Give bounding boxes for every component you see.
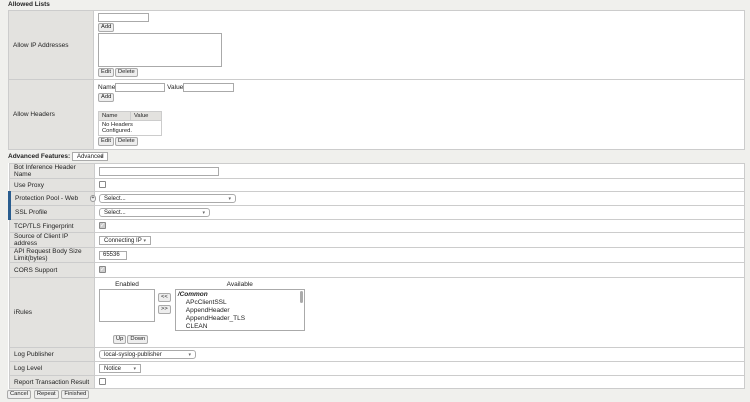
bot-header-input[interactable] [99,166,219,176]
advanced-table: Bot Inference Header Name Use Proxy Prot… [8,163,745,389]
report-label: Report Transaction Result [9,375,95,389]
ip-list[interactable] [98,33,222,67]
tcp-label: TCP/TLS Fingerprint [9,219,95,233]
available-item[interactable]: AppendHeader [178,307,302,315]
available-item[interactable]: APcClientSSL [178,299,302,307]
ssl-select[interactable]: Select... [99,208,210,217]
cancel-button[interactable]: Cancel [7,390,32,399]
allowed-lists-title: Allowed Lists [8,1,50,8]
api-size-input[interactable]: 65536 [99,250,127,260]
header-delete-button[interactable]: Delete [115,137,138,146]
enabled-label: Enabled [115,281,139,288]
proxy-label: Use Proxy [9,178,95,192]
allow-ip-label: Allow IP Addresses [8,10,94,80]
repeat-button[interactable]: Repeat [33,390,59,399]
log-level-label: Log Level [9,361,95,376]
header-add-button[interactable]: Add [98,93,115,102]
col-name: Name [98,111,131,121]
source-select[interactable]: Connecting IP [99,235,151,245]
ssl-label: SSL Profile [8,205,95,220]
report-checkbox[interactable] [99,378,106,386]
bot-label: Bot Inference Header Name [9,163,95,179]
header-edit-button[interactable]: Edit [98,137,114,146]
header-value-label: Value [167,84,184,92]
finished-button[interactable]: Finished [61,390,90,399]
ip-input[interactable] [98,13,149,22]
irules-label: iRules [9,277,95,348]
source-label: Source of Client IP address [9,232,95,248]
headers-table: Name Value No Headers Configured. [98,111,162,136]
available-label: Available [226,281,253,288]
log-level-select[interactable]: Notice [99,364,141,373]
advanced-mode-select[interactable]: Advanced [71,152,108,161]
scrollbar[interactable] [299,291,303,303]
available-list[interactable]: /Common APcClientSSL AppendHeader Append… [174,289,305,331]
header-value-input[interactable] [183,83,235,92]
pool-label: Protection Pool - Web [15,195,79,202]
tcp-checkbox[interactable]: ✓ [99,222,106,230]
move-left-button[interactable]: << [158,293,171,302]
ip-add-button[interactable]: Add [98,23,115,32]
allow-headers-label: Allow Headers [8,79,94,150]
header-name-input[interactable] [115,83,166,92]
down-button[interactable]: Down [127,335,149,344]
header-name-label: Name [98,84,116,92]
plus-icon[interactable]: + [90,195,96,202]
available-item[interactable]: AppendHeader_TLS [178,315,302,323]
allowed-lists-table: Allow IP Addresses Add Edit Delete Allow … [8,10,745,150]
ip-edit-button[interactable]: Edit [98,68,114,77]
available-item[interactable]: CLEAN [178,323,302,331]
cors-label: CORS Support [9,262,95,278]
cors-checkbox[interactable]: ✓ [99,266,106,274]
pool-select[interactable]: Select... [99,194,236,203]
use-proxy-checkbox[interactable] [99,181,106,189]
log-publisher-select[interactable]: local-syslog-publisher [99,350,196,359]
col-value: Value [130,111,162,121]
up-button[interactable]: Up [113,335,127,344]
move-right-button[interactable]: >> [158,305,171,314]
available-group: /Common [177,291,208,298]
api-label: API Request Body Size Limit(bytes) [9,247,95,263]
headers-empty: No Headers Configured. [98,120,162,136]
ip-delete-button[interactable]: Delete [115,68,138,77]
advanced-features-label: Advanced Features: [8,153,71,161]
enabled-list[interactable] [99,289,155,322]
action-bar: Cancel Repeat Finished [7,390,90,399]
log-publisher-label: Log Publisher [9,347,95,362]
